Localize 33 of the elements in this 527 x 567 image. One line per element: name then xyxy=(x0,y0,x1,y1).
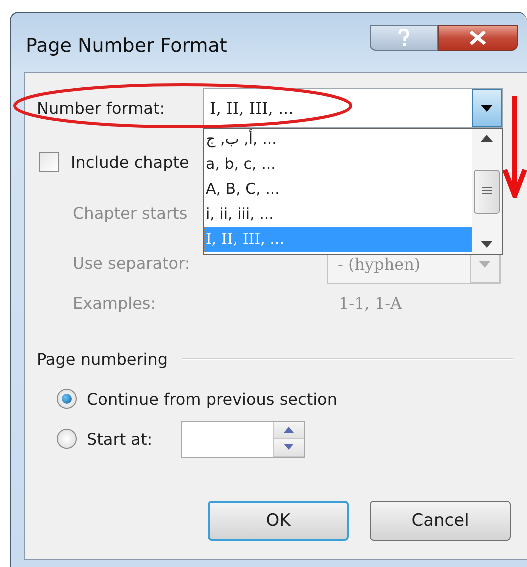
number-format-label: Number format: xyxy=(37,98,166,118)
close-icon xyxy=(469,31,487,45)
window-title: Page Number Format xyxy=(26,34,228,56)
radio-label: Continue from previous section xyxy=(87,390,338,408)
chapter-starts-label: Chapter starts xyxy=(73,204,188,222)
list-option[interactable]: أ, ب, ج, ... xyxy=(204,131,472,152)
cancel-button[interactable]: Cancel xyxy=(370,501,511,541)
checkbox[interactable] xyxy=(39,152,59,172)
radio-button[interactable] xyxy=(57,389,77,409)
scroll-up-icon xyxy=(481,135,493,142)
number-format-dropdown[interactable]: I, II, III, ... xyxy=(203,88,503,128)
list-option[interactable]: A, B, C, ... xyxy=(204,177,472,202)
help-icon xyxy=(398,29,410,47)
spin-down-icon[interactable] xyxy=(284,444,294,450)
close-button[interactable] xyxy=(438,25,518,51)
radio-label: Start at: xyxy=(87,430,153,448)
group-title: Page numbering xyxy=(37,350,168,368)
spin-up-icon[interactable] xyxy=(284,426,294,433)
help-button[interactable] xyxy=(370,25,438,51)
scroll-down-icon xyxy=(481,241,493,248)
start-at-field[interactable] xyxy=(180,420,305,458)
list-option[interactable]: a, b, c, ... xyxy=(204,152,472,177)
separator-label: Use separator: xyxy=(73,254,190,272)
scroll-thumb[interactable] xyxy=(474,170,500,214)
examples-value: 1-1, 1-A xyxy=(339,294,404,312)
checkbox-label: Include chapte xyxy=(71,152,190,172)
examples-label: Examples: xyxy=(73,294,156,312)
list-option[interactable]: i, ii, iii, ... xyxy=(204,202,472,227)
ok-button[interactable]: OK xyxy=(208,501,349,541)
scrollbar[interactable] xyxy=(472,129,502,254)
radio-button[interactable] xyxy=(57,429,77,449)
caret-icon xyxy=(479,260,491,268)
caret-icon xyxy=(481,104,493,112)
